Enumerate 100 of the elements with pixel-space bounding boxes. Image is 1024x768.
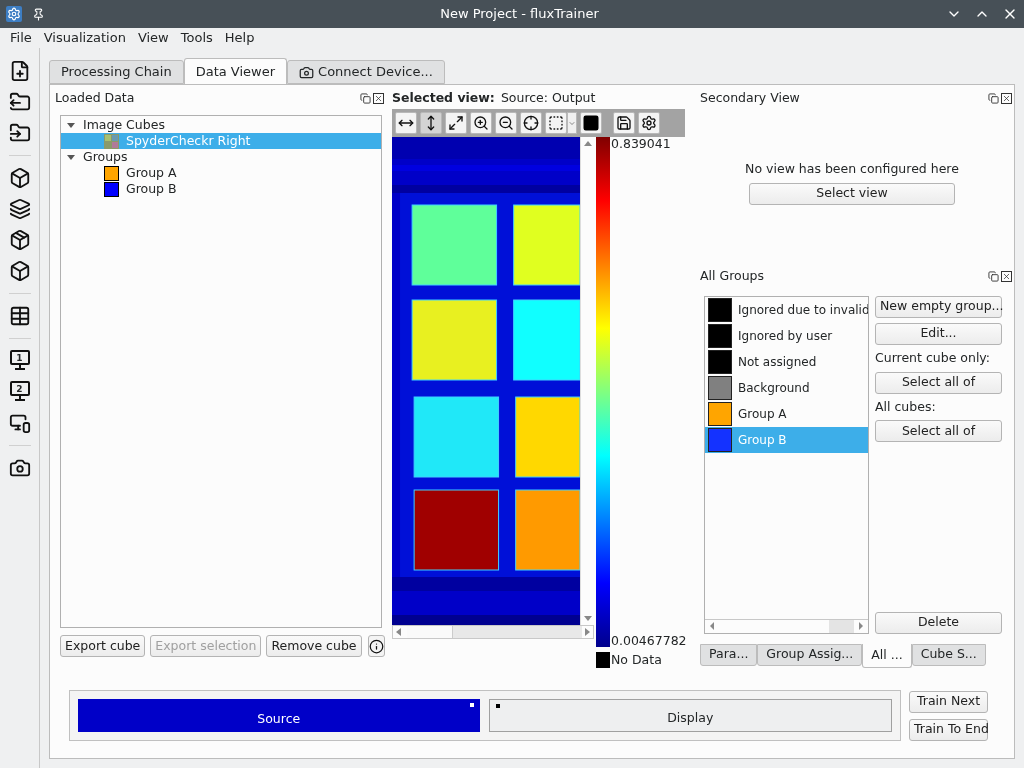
panel-title: Loaded Data (55, 88, 135, 107)
view-tool-button[interactable] (395, 112, 417, 134)
scroll-handle[interactable] (829, 619, 854, 633)
tree-item[interactable]: Groups (83, 147, 128, 167)
group-row[interactable]: Not assigned (705, 348, 868, 375)
section-label: All cubes: (875, 397, 937, 416)
group-label: Ignored by user (738, 327, 833, 345)
view-slot[interactable]: Source (78, 699, 480, 732)
edit-button[interactable]: Edit... (875, 322, 1002, 345)
scroll-right-icon[interactable] (585, 628, 590, 636)
new-group-button[interactable]: New empty group... (875, 295, 1002, 318)
tab[interactable]: Connect Device... (287, 60, 445, 84)
tree-item-label: Group A (126, 164, 177, 182)
view-tool-button[interactable] (520, 112, 542, 134)
save-icon (616, 115, 632, 131)
view-tool-button[interactable] (613, 112, 635, 134)
view-slot[interactable]: Display (488, 699, 892, 732)
train-button[interactable]: Train To End (909, 718, 988, 741)
view-tool-button[interactable] (445, 112, 467, 134)
tab[interactable]: Data Viewer (183, 58, 288, 84)
group-label: Group B (738, 431, 787, 449)
folder-arrow-icon[interactable] (8, 91, 31, 113)
cube-icon[interactable] (8, 260, 31, 282)
pin-icon[interactable] (32, 7, 45, 21)
view-label: Selected view: (392, 88, 495, 107)
panel-title: Secondary View (700, 88, 800, 107)
view-tool-button[interactable] (495, 112, 517, 134)
group-label: Group A (738, 405, 787, 423)
scroll-left-icon[interactable] (710, 622, 714, 631)
float-icon[interactable] (988, 92, 999, 104)
tab[interactable]: Cube S... (911, 643, 986, 666)
select-all-button[interactable]: Select all of (875, 371, 1002, 394)
group-label: Ignored due to invalid (738, 301, 868, 319)
menu-item[interactable]: Visualization (37, 28, 132, 48)
expand-arrow-icon[interactable] (67, 154, 75, 160)
info-icon (368, 638, 384, 654)
zoom-in-icon (473, 115, 489, 131)
scale-max-value: 0.839041 (611, 135, 672, 153)
group-row[interactable]: Ignored due to invalid (705, 296, 868, 323)
group-row[interactable]: Group A (705, 400, 868, 427)
scroll-up-icon[interactable] (583, 141, 592, 146)
window-title: New Project - fluxTrainer (439, 5, 600, 24)
tree-item-row[interactable]: Group B (61, 181, 381, 197)
scroll-right-icon[interactable] (859, 622, 863, 631)
group-row[interactable]: Ignored by user (705, 322, 868, 349)
section-label: Current cube only: (875, 348, 992, 367)
marker-icon (495, 704, 500, 708)
monitors-icon[interactable] (8, 412, 31, 434)
scroll-left-icon[interactable] (396, 628, 401, 636)
no-data-label: No Data (611, 651, 662, 669)
close-icon[interactable] (373, 92, 384, 104)
panel-title: All Groups (700, 267, 765, 286)
view-tool-button[interactable] (420, 112, 442, 134)
cube-icon[interactable] (8, 229, 31, 251)
menu-item[interactable]: View (131, 28, 175, 48)
menu-item[interactable]: Help (218, 28, 261, 48)
delete-button[interactable]: Delete (875, 611, 1002, 634)
close-icon[interactable] (1001, 92, 1012, 104)
expand-arrow-icon[interactable] (67, 122, 75, 128)
group-label: Not assigned (738, 353, 817, 371)
tree-item-label: Group B (126, 180, 177, 198)
camera-icon[interactable] (8, 457, 31, 479)
cube-icon[interactable] (8, 167, 31, 189)
menu-item[interactable]: File (4, 28, 38, 48)
tab[interactable]: Para... (700, 643, 758, 666)
view-tool-button[interactable] (638, 112, 660, 134)
scale-min-value: 0.00467782 (611, 632, 687, 651)
select-all-button[interactable]: Select all of (875, 420, 1002, 443)
diagonal-arrow-icon (448, 115, 464, 131)
select-view-button[interactable]: Select view (749, 182, 955, 205)
empty-view-message: No view has been configured here (745, 160, 959, 178)
crosshair-icon (523, 115, 539, 131)
table-icon[interactable] (8, 305, 31, 327)
settings-icon (641, 115, 657, 131)
close-icon[interactable] (1001, 271, 1012, 283)
thumbnail-icon (104, 133, 119, 149)
tab[interactable]: All ... (862, 643, 912, 668)
info-button[interactable] (367, 635, 385, 657)
group-row[interactable]: Background (705, 374, 868, 401)
action-button[interactable]: Remove cube (266, 635, 362, 657)
tree-item-row[interactable]: Group A (61, 165, 381, 181)
menu-item[interactable]: Tools (174, 28, 219, 48)
group-label: Background (738, 379, 810, 397)
vertical-scrollbar[interactable] (580, 137, 594, 625)
horizontal-scrollbar[interactable] (705, 618, 868, 633)
view-source: Source: Output (500, 88, 596, 107)
tab[interactable]: Processing Chain (49, 60, 184, 84)
layers-icon[interactable] (8, 198, 31, 220)
train-button[interactable]: Train Next (909, 690, 988, 713)
tab[interactable]: Group Assig... (757, 643, 863, 666)
filled-square-icon (582, 114, 600, 132)
folder-arrow-icon[interactable] (8, 122, 31, 144)
view-tool-button[interactable] (545, 112, 567, 134)
float-icon[interactable] (988, 271, 999, 283)
action-button[interactable]: Export cube (60, 635, 146, 657)
float-icon[interactable] (360, 92, 371, 104)
view-tool-button[interactable] (470, 112, 492, 134)
view-tool-button[interactable] (580, 112, 602, 134)
marker-icon (469, 703, 474, 707)
horizontal-scrollbar[interactable] (392, 625, 594, 639)
